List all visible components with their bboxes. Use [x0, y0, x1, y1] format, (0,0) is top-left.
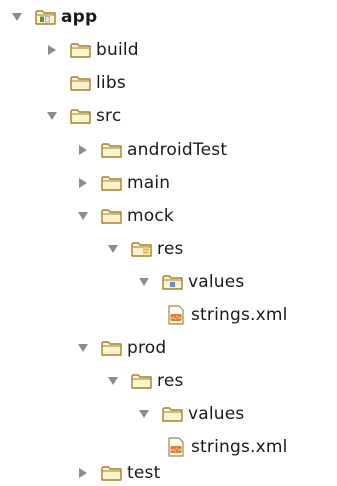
- tree-node-label: values: [188, 404, 245, 424]
- tree-node-libs[interactable]: libs: [41, 70, 126, 96]
- module-folder-icon: [35, 7, 57, 27]
- tree-node-androidtest[interactable]: androidTest: [72, 137, 227, 163]
- folder-icon: [70, 106, 92, 126]
- resource-folder-icon: [131, 239, 153, 259]
- expand-arrow-icon[interactable]: [133, 403, 155, 425]
- tree-node-mock-strings-xml[interactable]: </> strings.xml: [165, 302, 288, 328]
- expand-arrow-icon[interactable]: [102, 370, 124, 392]
- folder-icon: [70, 40, 92, 60]
- expand-arrow-icon[interactable]: [72, 205, 94, 227]
- tree-node-label: test: [127, 463, 161, 483]
- tree-node-label: build: [96, 40, 139, 60]
- tree-node-prod-strings-xml[interactable]: </> strings.xml: [165, 434, 288, 460]
- xml-file-icon: </>: [165, 305, 187, 325]
- tree-node-test[interactable]: test: [72, 460, 160, 486]
- tree-node-label: libs: [96, 73, 126, 93]
- tree-node-label: mock: [127, 206, 174, 226]
- svg-text:</>: </>: [170, 448, 181, 454]
- tree-node-src[interactable]: src: [41, 103, 121, 129]
- tree-node-app[interactable]: app: [6, 4, 97, 30]
- tree-node-label: main: [127, 173, 171, 193]
- folder-icon: [70, 73, 92, 93]
- tree-node-mock-res[interactable]: res: [102, 236, 184, 262]
- tree-node-label: strings.xml: [191, 437, 288, 457]
- package-folder-icon: [162, 272, 184, 292]
- tree-node-label: res: [157, 239, 184, 259]
- project-tree: app build libs src androidTest main mock…: [0, 0, 337, 483]
- folder-icon: [131, 371, 153, 391]
- expand-arrow-icon[interactable]: [72, 337, 94, 359]
- folder-icon: [101, 206, 123, 226]
- folder-icon: [101, 173, 123, 193]
- collapse-arrow-icon[interactable]: [41, 39, 63, 61]
- tree-node-prod-res[interactable]: res: [102, 368, 184, 394]
- expand-arrow-icon[interactable]: [41, 105, 63, 127]
- tree-node-label: res: [157, 371, 184, 391]
- svg-text:</>: </>: [170, 316, 181, 322]
- expand-arrow-icon[interactable]: [102, 238, 124, 260]
- tree-node-label: values: [188, 272, 245, 292]
- folder-icon: [162, 404, 184, 424]
- collapse-arrow-icon[interactable]: [72, 462, 94, 484]
- folder-icon: [101, 463, 123, 483]
- collapse-arrow-icon[interactable]: [72, 139, 94, 161]
- tree-node-label: androidTest: [127, 140, 228, 160]
- folder-icon: [101, 338, 123, 358]
- tree-node-prod-values[interactable]: values: [133, 401, 245, 427]
- tree-node-label: strings.xml: [191, 305, 288, 325]
- tree-node-label: app: [61, 7, 98, 27]
- expand-arrow-icon[interactable]: [6, 6, 28, 28]
- tree-node-build[interactable]: build: [41, 37, 139, 63]
- folder-icon: [101, 140, 123, 160]
- expand-arrow-icon[interactable]: [133, 271, 155, 293]
- tree-node-prod[interactable]: prod: [72, 335, 166, 361]
- xml-file-icon: </>: [165, 437, 187, 457]
- tree-node-mock-values[interactable]: values: [133, 269, 245, 295]
- collapse-arrow-icon[interactable]: [72, 172, 94, 194]
- tree-node-main[interactable]: main: [72, 170, 170, 196]
- tree-node-label: src: [96, 106, 122, 126]
- tree-node-mock[interactable]: mock: [72, 203, 174, 229]
- tree-node-label: prod: [127, 338, 167, 358]
